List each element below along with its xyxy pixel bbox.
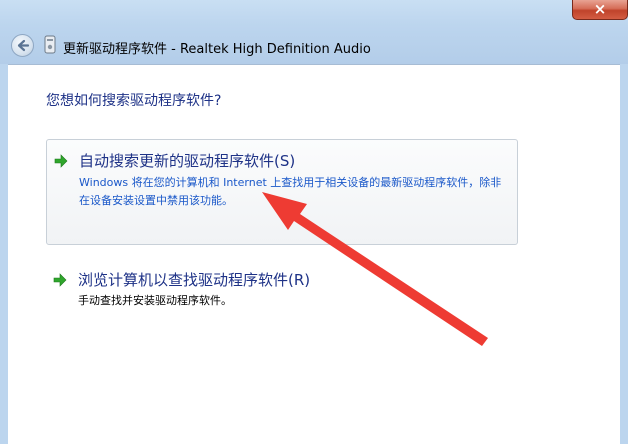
option-description: 手动查找并安装驱动程序软件。 [78, 294, 232, 307]
option-title: 自动搜索更新的驱动程序软件(S) [79, 152, 296, 170]
window-title: 更新驱动程序软件 - Realtek High Definition Audio [63, 42, 371, 57]
green-arrow-icon [54, 154, 68, 168]
option-browse-computer[interactable]: 浏览计算机以查找驱动程序软件(R) 手动查找并安装驱动程序软件。 [46, 259, 518, 319]
close-icon: × [593, 0, 607, 18]
back-button[interactable] [11, 34, 34, 57]
option-search-automatically[interactable]: 自动搜索更新的驱动程序软件(S) Windows 将在您的计算机和 Intern… [46, 139, 518, 245]
wizard-content: 您想如何搜索驱动程序软件? 自动搜索更新的驱动程序软件(S) Windows 将… [8, 64, 620, 445]
option-title: 浏览计算机以查找驱动程序软件(R) [78, 271, 311, 289]
option-description: Windows 将在您的计算机和 Internet 上查找用于相关设备的最新驱动… [79, 176, 502, 207]
page-heading: 您想如何搜索驱动程序软件? [46, 93, 222, 109]
device-icon [44, 35, 56, 54]
close-button[interactable]: × [572, 0, 628, 20]
back-arrow-icon [17, 39, 30, 52]
green-arrow-icon [53, 273, 67, 287]
window-frame-right [620, 64, 628, 444]
window-frame-left [0, 64, 8, 444]
title-bar: × 更新驱动程序软件 - Realtek High Definition Aud… [0, 0, 628, 64]
